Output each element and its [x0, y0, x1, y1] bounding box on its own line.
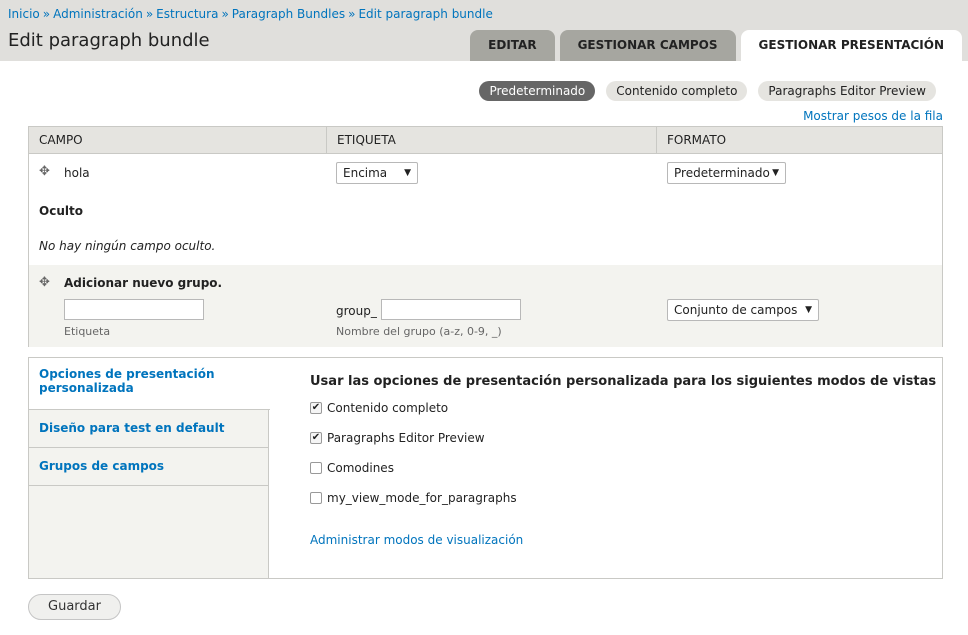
checkbox-row[interactable]: ✔ Paragraphs Editor Preview: [310, 431, 485, 445]
group-label-help: Etiqueta: [64, 325, 111, 338]
caret-down-icon: ▼: [772, 168, 779, 178]
add-new-group-row: ✥ Adicionar nuevo grupo. Etiqueta group_…: [29, 265, 942, 347]
breadcrumb: Inicio» Administración» Estructura» Paragra…: [8, 7, 493, 21]
checkbox[interactable]: [310, 492, 322, 504]
column-header-campo: CAMPO: [29, 127, 327, 153]
group-name-input[interactable]: [381, 299, 521, 320]
checkbox[interactable]: [310, 462, 322, 474]
page-title: Edit paragraph bundle: [8, 30, 210, 51]
checkmark-icon[interactable]: ✔: [310, 432, 322, 444]
hidden-region-empty-message: No hay ningún campo oculto.: [39, 239, 216, 253]
breadcrumb-separator: »: [145, 7, 154, 21]
field-name: hola: [64, 166, 90, 180]
show-row-weights-link[interactable]: Mostrar pesos de la fila: [803, 109, 943, 123]
group-format-value: Conjunto de campos: [674, 303, 798, 317]
hidden-region-heading: Oculto: [39, 204, 83, 218]
format-value: Predeterminado: [674, 166, 770, 180]
checkmark-icon[interactable]: ✔: [310, 402, 322, 414]
vertical-tab-label: Diseño para test en default: [39, 421, 225, 435]
breadcrumb-separator: »: [348, 7, 356, 21]
tab-editar[interactable]: EDITAR: [470, 30, 555, 61]
group-format-select[interactable]: Conjunto de campos ▼: [667, 299, 819, 321]
breadcrumb-separator: »: [42, 7, 51, 21]
tab-gestionar-campos[interactable]: GESTIONAR CAMPOS: [559, 30, 736, 61]
view-mode-paragraphs-editor-preview[interactable]: Paragraphs Editor Preview: [758, 81, 936, 101]
vertical-tab-label: Grupos de campos: [39, 459, 165, 473]
label-position-select[interactable]: Encima ▼: [336, 162, 418, 184]
format-select[interactable]: Predeterminado ▼: [667, 162, 786, 184]
checkbox-label: my_view_mode_for_paragraphs: [327, 491, 517, 505]
vertical-tab-layout[interactable]: Diseño para test en default: [29, 410, 269, 448]
caret-down-icon: ▼: [805, 305, 812, 315]
save-button[interactable]: Guardar: [28, 594, 121, 620]
breadcrumb-separator: »: [221, 7, 229, 21]
group-name-prefix: group_: [336, 304, 377, 318]
checkbox-label: Contenido completo: [327, 401, 449, 415]
add-group-label: Adicionar nuevo grupo.: [64, 276, 223, 290]
custom-display-pane: Usar las opciones de presentación person…: [310, 374, 937, 547]
checkbox-row[interactable]: ✔ Contenido completo: [310, 401, 448, 415]
column-header-etiqueta: ETIQUETA: [327, 127, 657, 153]
custom-display-title: Usar las opciones de presentación person…: [310, 374, 937, 389]
view-mode-predeterminado[interactable]: Predeterminado: [479, 81, 596, 101]
group-label-input[interactable]: [64, 299, 204, 320]
caret-down-icon: ▼: [404, 168, 411, 178]
view-mode-tabs: Predeterminado Contenido completo Paragr…: [479, 81, 936, 101]
view-mode-contenido-completo[interactable]: Contenido completo: [606, 81, 748, 101]
breadcrumb-administration[interactable]: Administración: [53, 7, 143, 21]
vertical-tab-custom-display[interactable]: Opciones de presentación personalizada: [29, 358, 270, 410]
table-header: CAMPO ETIQUETA FORMATO: [29, 127, 942, 154]
primary-tabs: EDITAR GESTIONAR CAMPOS GESTIONAR PRESEN…: [470, 30, 962, 61]
vertical-tabs: Opciones de presentación personalizada D…: [29, 358, 270, 578]
move-icon[interactable]: ✥: [39, 275, 50, 290]
group-name-help: Nombre del grupo (a-z, 0-9, _): [336, 325, 502, 338]
table-row: ✥ hola Encima ▼ Predeterminado ▼: [29, 154, 942, 194]
checkbox-row[interactable]: my_view_mode_for_paragraphs: [310, 491, 517, 505]
breadcrumb-structure[interactable]: Estructura: [156, 7, 218, 21]
tab-gestionar-presentacion[interactable]: GESTIONAR PRESENTACIÓN: [740, 30, 962, 61]
checkbox-label: Comodines: [327, 461, 394, 475]
vertical-tab-label: Opciones de presentación personalizada: [39, 367, 215, 395]
label-position-value: Encima: [343, 166, 388, 180]
breadcrumb-home[interactable]: Inicio: [8, 7, 40, 21]
breadcrumb-edit-paragraph-bundle[interactable]: Edit paragraph bundle: [358, 7, 492, 21]
move-icon[interactable]: ✥: [39, 164, 50, 179]
column-header-formato: FORMATO: [667, 133, 727, 147]
page-header: Inicio» Administración» Estructura» Paragra…: [0, 0, 968, 61]
breadcrumb-paragraph-bundles[interactable]: Paragraph Bundles: [232, 7, 345, 21]
display-settings: Opciones de presentación personalizada D…: [28, 357, 943, 579]
manage-view-modes-link[interactable]: Administrar modos de visualización: [310, 533, 523, 547]
checkbox-row[interactable]: Comodines: [310, 461, 394, 475]
vertical-tab-field-groups[interactable]: Grupos de campos: [29, 448, 269, 486]
fields-table: CAMPO ETIQUETA FORMATO ✥ hola Encima ▼ P…: [28, 126, 943, 347]
checkbox-label: Paragraphs Editor Preview: [327, 431, 485, 445]
